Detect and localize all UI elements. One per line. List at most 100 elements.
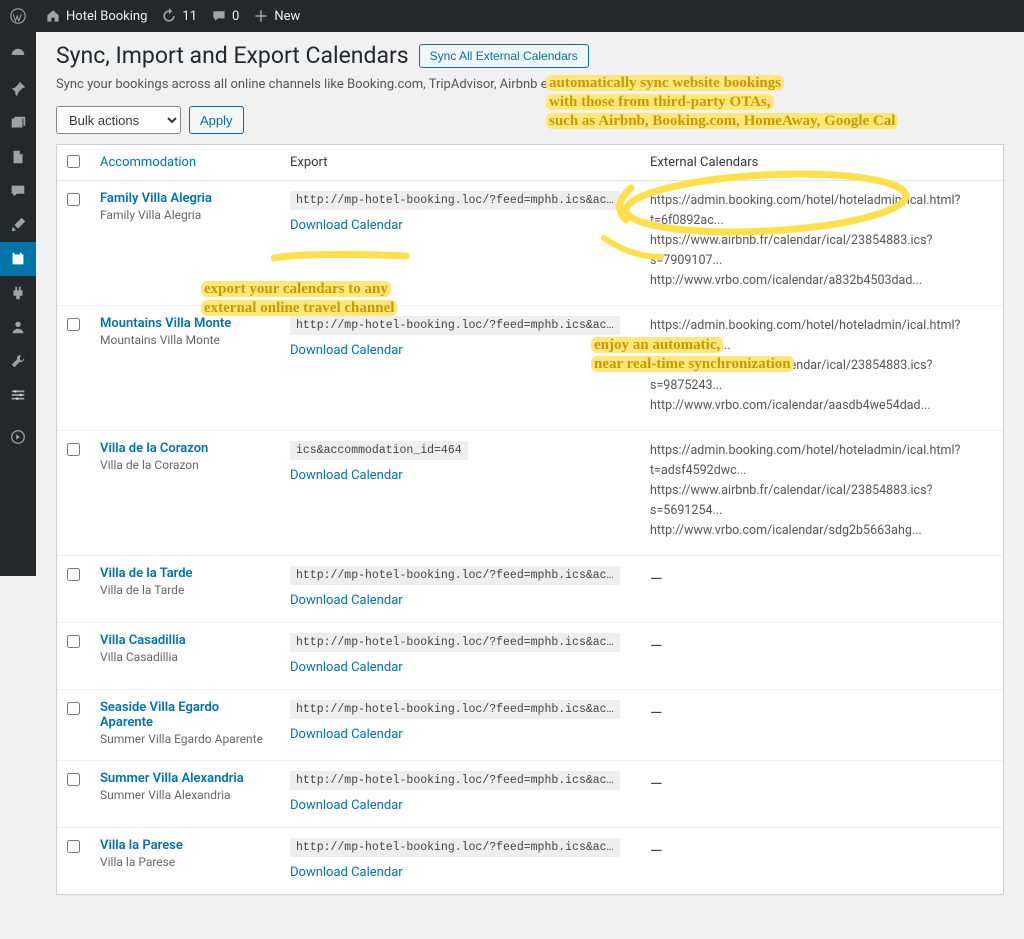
menu-dashboard[interactable] bbox=[0, 38, 36, 72]
row-checkbox[interactable] bbox=[67, 702, 80, 715]
no-external-dash: — bbox=[650, 774, 663, 793]
wp-logo[interactable] bbox=[10, 8, 31, 24]
external-calendar-url: https://www.airbnb.fr/calendar/ical/2385… bbox=[650, 356, 993, 396]
select-all-checkbox[interactable] bbox=[67, 155, 80, 168]
no-external-dash: — bbox=[650, 703, 663, 722]
col-export: Export bbox=[280, 145, 640, 181]
page-title: Sync, Import and Export Calendars bbox=[56, 42, 409, 69]
external-calendars-cell: — bbox=[640, 760, 1003, 827]
table-row: Villa de la TardeVilla de la Tardehttp:/… bbox=[57, 555, 1003, 622]
menu-media[interactable] bbox=[0, 106, 36, 140]
external-calendar-url: http://www.vrbo.com/icalendar/a832b4503d… bbox=[650, 271, 993, 291]
external-calendars-cell: — bbox=[640, 622, 1003, 689]
accommodation-link[interactable]: Villa de la Tarde bbox=[100, 566, 270, 581]
menu-bookings[interactable] bbox=[0, 242, 36, 276]
apply-button[interactable]: Apply bbox=[189, 106, 244, 134]
table-header-row: Accommodation Export External Calendars bbox=[57, 145, 1003, 181]
row-checkbox-cell bbox=[57, 181, 90, 305]
export-url[interactable]: ics&accommodation_id=464 bbox=[290, 441, 468, 460]
menu-users[interactable] bbox=[0, 310, 36, 344]
menu-appearance[interactable] bbox=[0, 208, 36, 242]
row-checkbox[interactable] bbox=[67, 443, 80, 456]
menu-posts[interactable] bbox=[0, 72, 36, 106]
accommodation-link[interactable]: Mountains Villa Monte bbox=[100, 316, 270, 331]
export-url[interactable]: http://mp-hotel-booking.loc/?feed=mphb.i… bbox=[290, 316, 620, 335]
sync-all-button[interactable]: Sync All External Calendars bbox=[419, 44, 589, 68]
pin-icon bbox=[9, 80, 27, 98]
export-url[interactable]: http://mp-hotel-booking.loc/?feed=mphb.i… bbox=[290, 633, 620, 652]
updates-link[interactable]: 11 bbox=[161, 8, 197, 24]
accommodation-link[interactable]: Villa de la Corazon bbox=[100, 441, 270, 456]
download-calendar-link[interactable]: Download Calendar bbox=[290, 343, 630, 358]
download-calendar-link[interactable]: Download Calendar bbox=[290, 727, 630, 742]
brush-icon bbox=[9, 216, 27, 234]
accommodation-link[interactable]: Villa Casadillia bbox=[100, 633, 270, 648]
site-name-link[interactable]: Hotel Booking bbox=[45, 8, 147, 24]
row-checkbox[interactable] bbox=[67, 773, 80, 786]
download-calendar-link[interactable]: Download Calendar bbox=[290, 593, 630, 608]
accommodation-subtitle: Villa de la Corazon bbox=[100, 458, 270, 472]
accommodation-cell: Seaside Villa Egardo Aparente Summer Vill… bbox=[90, 689, 280, 760]
admin-sidebar bbox=[0, 32, 36, 576]
comments-link[interactable]: 0 bbox=[211, 8, 239, 24]
accommodation-cell: Villa la PareseVilla la Parese bbox=[90, 827, 280, 894]
wordpress-icon bbox=[10, 8, 26, 24]
external-calendars-cell: — bbox=[640, 555, 1003, 622]
wrench-icon bbox=[9, 352, 27, 370]
download-calendar-link[interactable]: Download Calendar bbox=[290, 865, 630, 880]
table-row: Villa de la Corazon Villa de la Corazon ic… bbox=[57, 430, 1003, 555]
row-checkbox[interactable] bbox=[67, 193, 80, 206]
admin-top-bar: Hotel Booking 11 0 New bbox=[0, 0, 1024, 32]
dashboard-icon bbox=[9, 46, 27, 64]
download-calendar-link[interactable]: Download Calendar bbox=[290, 218, 630, 233]
download-calendar-link[interactable]: Download Calendar bbox=[290, 468, 630, 483]
row-checkbox[interactable] bbox=[67, 568, 80, 581]
accommodation-link[interactable]: Seaside Villa Egardo Aparente bbox=[100, 700, 270, 730]
export-url[interactable]: http://mp-hotel-booking.loc/?feed=mphb.i… bbox=[290, 700, 620, 719]
row-checkbox-cell bbox=[57, 305, 90, 430]
export-cell: http://mp-hotel-booking.loc/?feed=mphb.i… bbox=[280, 760, 640, 827]
updates-count: 11 bbox=[182, 9, 197, 24]
menu-plugins[interactable] bbox=[0, 276, 36, 310]
menu-settings[interactable] bbox=[0, 378, 36, 412]
comments-count: 0 bbox=[232, 9, 239, 24]
plugin-icon bbox=[9, 284, 27, 302]
download-calendar-link[interactable]: Download Calendar bbox=[290, 798, 630, 813]
accommodation-link[interactable]: Villa la Parese bbox=[100, 838, 270, 853]
row-checkbox-cell bbox=[57, 689, 90, 760]
comments-icon bbox=[9, 182, 27, 200]
accommodation-subtitle: Summer Villa Egardo Aparente bbox=[100, 732, 270, 746]
col-accommodation[interactable]: Accommodation bbox=[90, 145, 280, 181]
accommodation-cell: Villa de la TardeVilla de la Tarde bbox=[90, 555, 280, 622]
row-checkbox-cell bbox=[57, 827, 90, 894]
user-icon bbox=[9, 318, 27, 336]
row-checkbox-cell bbox=[57, 430, 90, 555]
accommodation-cell: Villa CasadilliaVilla Casadillia bbox=[90, 622, 280, 689]
download-calendar-link[interactable]: Download Calendar bbox=[290, 660, 630, 675]
row-checkbox[interactable] bbox=[67, 318, 80, 331]
new-content-link[interactable]: New bbox=[253, 8, 300, 24]
menu-pages[interactable] bbox=[0, 140, 36, 174]
accommodation-link[interactable]: Summer Villa Alexandria bbox=[100, 771, 270, 786]
external-calendars-cell: https://admin.booking.com/hotel/hoteladm… bbox=[640, 305, 1003, 430]
table-row: Family Villa AlegriaFamily Villa Alegria… bbox=[57, 181, 1003, 305]
row-checkbox[interactable] bbox=[67, 635, 80, 648]
row-checkbox-cell bbox=[57, 760, 90, 827]
accommodation-link[interactable]: Family Villa Alegria bbox=[100, 191, 270, 206]
calendar-icon bbox=[9, 250, 27, 268]
bulk-actions-select[interactable]: Bulk actions bbox=[56, 106, 181, 134]
accommodation-cell: Summer Villa AlexandriaSummer Villa Alex… bbox=[90, 760, 280, 827]
collapse-menu[interactable] bbox=[0, 420, 36, 454]
table-row: Villa CasadilliaVilla Casadillia http://m… bbox=[57, 622, 1003, 689]
export-url[interactable]: http://mp-hotel-booking.loc/?feed=mphb.i… bbox=[290, 838, 620, 857]
main-content: Sync, Import and Export Calendars Sync A… bbox=[36, 32, 1024, 935]
menu-comments[interactable] bbox=[0, 174, 36, 208]
row-checkbox[interactable] bbox=[67, 840, 80, 853]
export-url[interactable]: http://mp-hotel-booking.loc/?feed=mphb.i… bbox=[290, 191, 620, 210]
external-calendar-url: https://admin.booking.com/hotel/hoteladm… bbox=[650, 191, 993, 231]
export-cell: http://mp-hotel-booking.loc/?feed=mphb.i… bbox=[280, 827, 640, 894]
export-url[interactable]: http://mp-hotel-booking.loc/?feed=mphb.i… bbox=[290, 771, 620, 790]
menu-tools[interactable] bbox=[0, 344, 36, 378]
table-row: Summer Villa AlexandriaSummer Villa Alex… bbox=[57, 760, 1003, 827]
table-row: Villa la PareseVilla la Parese http://mp-… bbox=[57, 827, 1003, 894]
